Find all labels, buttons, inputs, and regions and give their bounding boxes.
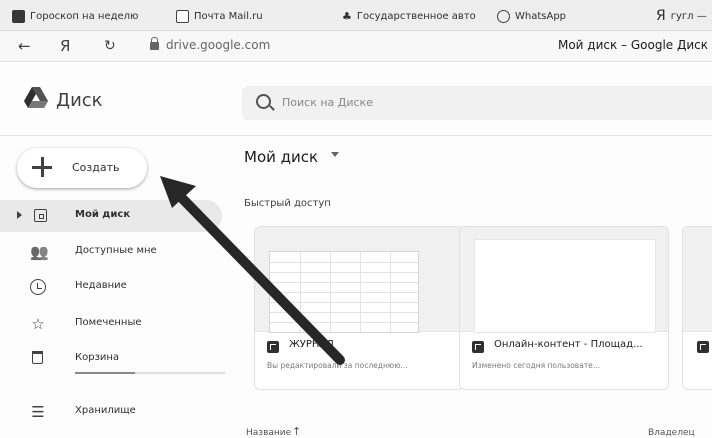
tab-label: Государственное авто xyxy=(356,10,476,22)
tab-label: WhatsApp xyxy=(515,10,567,22)
drive-app: Диск Поиск на Диске Создать Мой диск 👥 Д… xyxy=(0,62,712,438)
tab-google-search[interactable]: Я гугл — xyxy=(656,7,712,25)
tab-whatsapp[interactable]: WhatsApp xyxy=(497,7,597,25)
quick-access-card-journal[interactable]: ЖУРНАЛ Вы редактировали за последнюю... xyxy=(254,226,464,390)
back-arrow-icon[interactable]: ← xyxy=(18,37,31,55)
tab-gosuslugi[interactable]: ♣ Государственное авто xyxy=(342,7,478,25)
tab-horoscope[interactable]: Гороскоп на неделю xyxy=(12,7,140,25)
sidebar-item-my-drive[interactable]: Мой диск xyxy=(0,200,222,232)
plus-icon xyxy=(31,156,53,178)
sidebar-item-trash[interactable]: Корзина xyxy=(0,343,222,375)
sidebar-item-recent[interactable]: Недавние xyxy=(0,271,222,303)
header-divider xyxy=(0,135,712,136)
trash-icon xyxy=(32,351,43,364)
file-icon xyxy=(697,341,709,353)
sidebar-item-label: Доступные мне xyxy=(75,245,157,256)
my-drive-title[interactable]: Мой диск xyxy=(244,148,318,166)
chevron-down-icon[interactable] xyxy=(331,152,339,157)
lock-icon xyxy=(150,37,159,50)
tab-label: Почта Mail.ru xyxy=(194,10,263,22)
sidebar-item-label: Помеченные xyxy=(75,317,142,328)
emblem-favicon-icon: ♣ xyxy=(342,9,352,23)
reload-icon[interactable]: ↻ xyxy=(104,37,116,55)
file-thumbnail xyxy=(460,227,668,333)
drive-icon xyxy=(34,209,47,222)
url-field[interactable]: drive.google.com xyxy=(166,38,270,52)
sort-by-name-header[interactable]: Название xyxy=(246,428,291,438)
sidebar-item-label: Недавние xyxy=(75,280,127,291)
star-icon: ☆ xyxy=(31,315,45,333)
sidebar-item-shared[interactable]: 👥 Доступные мне xyxy=(0,236,222,268)
yandex-favicon-icon: Я xyxy=(656,7,666,24)
app-brand[interactable]: Диск xyxy=(56,90,103,111)
owner-column-header: Владелец xyxy=(648,428,695,438)
file-thumbnail xyxy=(683,227,712,332)
clock-icon xyxy=(30,279,46,295)
horoscope-favicon-icon xyxy=(12,9,25,23)
file-thumbnail xyxy=(255,227,463,333)
search-placeholder: Поиск на Диске xyxy=(282,96,373,109)
sidebar-item-storage[interactable]: ☰ Хранилище xyxy=(0,396,222,428)
browser-tab-bar: Гороскоп на неделю Почта Mail.ru ♣ Госуд… xyxy=(0,0,712,31)
tab-label: Гороскоп на неделю xyxy=(30,10,139,22)
storage-progress-fill xyxy=(75,372,135,374)
drive-logo-icon xyxy=(24,87,48,108)
search-input[interactable]: Поиск на Диске xyxy=(242,86,712,120)
shared-people-icon: 👥 xyxy=(30,243,49,261)
mail-favicon-icon xyxy=(176,9,189,23)
tab-label: гугл — xyxy=(670,10,707,22)
create-button[interactable]: Создать xyxy=(17,148,147,188)
card-title: ЖУРНАЛ xyxy=(289,339,334,350)
sidebar-item-label: Корзина xyxy=(75,352,120,363)
expand-caret-icon[interactable] xyxy=(17,211,22,219)
sidebar-item-starred[interactable]: ☆ Помеченные xyxy=(0,308,222,340)
quick-access-card-online-content[interactable]: Онлайн-контент - Площад... Изменено сего… xyxy=(459,226,669,390)
create-label: Создать xyxy=(72,161,120,174)
card-subtitle: Вы редактировали за последнюю... xyxy=(267,361,408,370)
card-subtitle: Изменено сегодня пользовате... xyxy=(472,361,600,370)
document-preview xyxy=(474,239,656,333)
quick-access-heading: Быстрый доступ xyxy=(244,198,331,209)
sort-ascending-icon[interactable]: ↑ xyxy=(292,425,301,438)
search-icon xyxy=(256,94,271,109)
address-bar: ← Я ↻ drive.google.com Мой диск – Google… xyxy=(0,31,712,62)
card-title: Онлайн-контент - Площад... xyxy=(494,339,643,350)
sidebar-item-label: Мой диск xyxy=(75,209,131,220)
storage-icon: ☰ xyxy=(31,403,45,421)
sheets-file-icon xyxy=(267,341,279,353)
sheets-file-icon xyxy=(472,341,484,353)
whatsapp-favicon-icon xyxy=(497,9,510,23)
page-title: Мой диск – Google Диск xyxy=(557,38,708,52)
quick-access-card-partial[interactable] xyxy=(682,226,712,390)
sidebar-item-label: Хранилище xyxy=(75,405,136,416)
spreadsheet-preview xyxy=(269,251,419,333)
storage-progress-bar xyxy=(75,372,225,374)
yandex-home-icon[interactable]: Я xyxy=(60,37,70,55)
tab-mail[interactable]: Почта Mail.ru xyxy=(176,7,296,25)
